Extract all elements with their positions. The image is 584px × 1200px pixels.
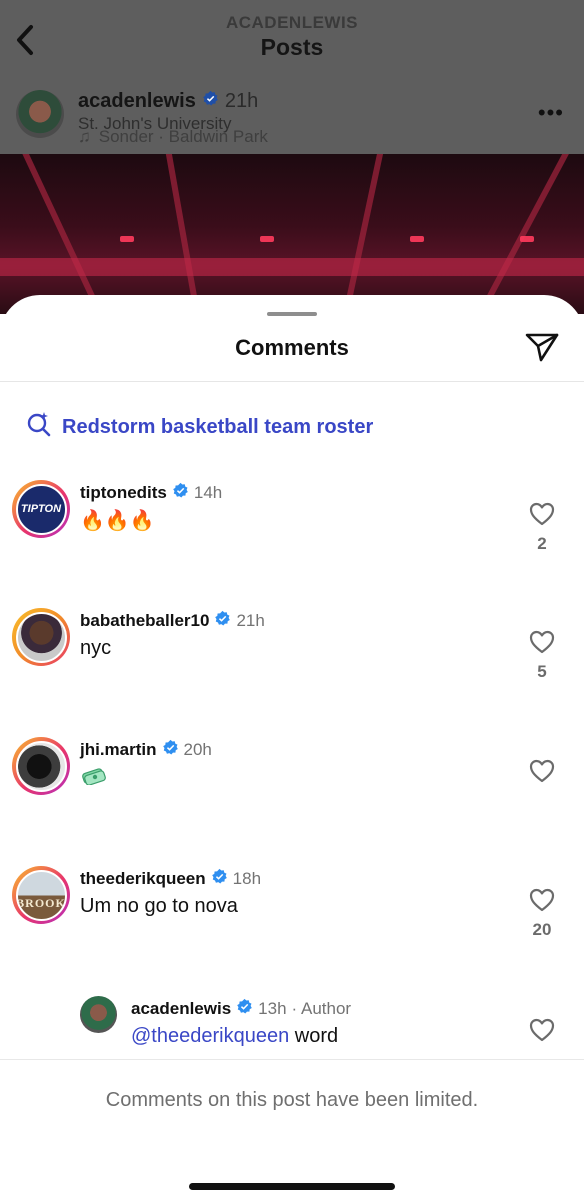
like-count: 2 [537,534,547,553]
comment-text: nyc [80,637,112,659]
reply-body: word [294,1025,339,1047]
reply-mention[interactable]: @theederikqueen [131,1025,289,1047]
comment-item: BROOK theederikqueen 18h Um no go to nov… [0,866,584,976]
comment-time: 18h [232,869,262,888]
post-author-name: acadenlewis [78,90,196,112]
sheet-grabber[interactable] [267,312,317,316]
post-author-row[interactable]: acadenlewis 21h [78,90,258,113]
comment-username[interactable]: theederikqueen [80,869,206,889]
post-time: 21h [224,90,259,112]
reply-header: acadenlewis 13h · Author [131,998,351,1020]
avatar-image: TIPTON [15,483,67,535]
comment-item: babatheballer10 21h nyc 5 [0,608,584,718]
comment-header: tiptonedits 14h [80,482,222,504]
comments-limited-notice: Comments on this post have been limited. [105,1089,479,1111]
comment-item: TIPTON tiptonedits 14h 🔥🔥🔥 2 [0,480,584,590]
heart-icon[interactable] [529,1018,555,1042]
heart-icon[interactable] [529,759,555,783]
author-label: · Author [291,999,352,1018]
avatar[interactable] [80,996,117,1033]
comment-username[interactable]: jhi.martin [80,740,157,760]
header-title: Posts [260,34,324,60]
header-divider [0,381,584,382]
avatar-image: BROOK [15,869,67,921]
verified-icon [214,610,231,632]
share-icon[interactable] [524,331,560,363]
reply-username[interactable]: acadenlewis [131,999,231,1019]
money-emoji-icon [80,765,108,790]
comment-username[interactable]: tiptonedits [80,483,167,503]
post-author-avatar[interactable] [16,90,64,138]
avatar[interactable]: TIPTON [12,480,70,538]
sheet-title: Comments [235,335,349,360]
more-options-icon[interactable]: ••• [538,100,564,126]
avatar-image [15,740,67,792]
search-suggestion[interactable]: Redstorm basketball team roster [26,411,373,443]
music-note-icon: ♫ [78,127,91,146]
search-suggestion-label: Redstorm basketball team roster [62,415,374,438]
avatar[interactable] [12,737,70,795]
comment-time: 21h [236,611,265,630]
footer-divider [0,1059,584,1060]
avatar[interactable] [12,608,70,666]
reply-time: 13h [258,999,287,1018]
like-count: 20 [532,920,552,939]
header-username: ACADENLEWIS [225,13,359,32]
verified-icon [172,482,189,504]
sparkle-search-icon [26,411,52,443]
heart-icon[interactable] [529,630,555,654]
verified-icon [236,998,253,1020]
avatar[interactable]: BROOK [12,866,70,924]
post-image [0,154,584,314]
comments-sheet: Comments Redstorm basketball team roster… [0,295,584,1200]
reply-text: @theederikqueen word [131,1025,338,1048]
heart-icon[interactable] [529,502,555,526]
verified-icon [202,90,219,113]
music-label: Sonder · Baldwin Park [98,127,268,146]
post-header-dimmed: ACADENLEWIS Posts acadenlewis 21h St. Jo… [0,0,584,154]
avatar-image [15,611,67,663]
post-music[interactable]: ♫ Sonder · Baldwin Park [78,127,268,147]
comment-header: jhi.martin 20h [80,739,212,761]
home-indicator[interactable] [189,1183,395,1190]
verified-icon [162,739,179,761]
comment-username[interactable]: babatheballer10 [80,611,209,631]
comment-text: 🔥🔥🔥 [80,510,155,532]
comment-time: 20h [183,740,212,759]
reply-item: acadenlewis 13h · Author @theederikqueen… [0,996,584,1060]
like-count: 5 [537,662,547,681]
comment-header: theederikqueen 18h [80,868,261,890]
comment-item: jhi.martin 20h [0,737,584,847]
verified-icon [211,868,228,890]
comment-text: Um no go to nova [80,895,238,917]
comment-time: 14h [193,483,223,502]
heart-icon[interactable] [529,888,555,912]
comment-header: babatheballer10 21h [80,610,265,632]
